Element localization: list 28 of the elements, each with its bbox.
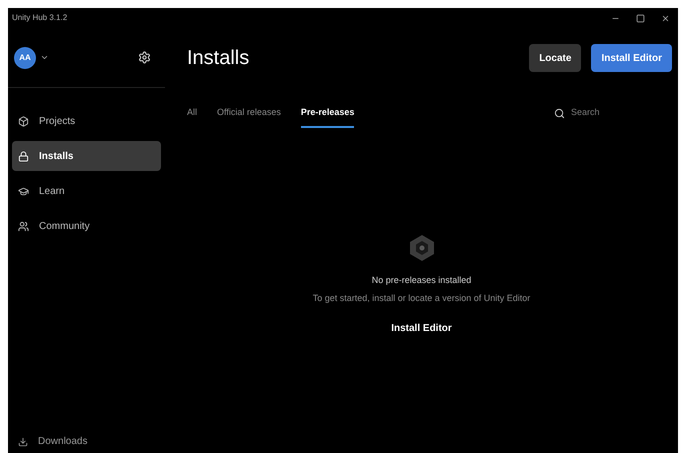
caret-icon[interactable] [40, 53, 49, 62]
tab[interactable]: Pre-releases [300, 98, 354, 128]
page-title: Installs [187, 46, 250, 71]
empty-message: To get started, install or locate a version of Unity Editor [312, 292, 530, 305]
avatar[interactable]: AA [14, 46, 36, 68]
close-icon[interactable] [661, 14, 670, 22]
downloads-link[interactable]: Downloads [38, 434, 88, 449]
lock-icon [18, 150, 29, 162]
window-title: Unity Hub 3.1.2 [12, 12, 68, 24]
empty-title: No pre-releases installed [372, 274, 472, 287]
install-editor-button[interactable]: Install Editor [591, 44, 672, 72]
settings-icon[interactable] [138, 51, 151, 64]
sidebar-item[interactable]: Installs [12, 141, 161, 171]
search-field[interactable]: Search [571, 106, 631, 120]
download-icon [18, 436, 28, 446]
sidebar-item[interactable]: Community [12, 211, 161, 241]
tab[interactable]: All [187, 98, 198, 128]
graduation-cap-icon [18, 186, 29, 196]
locate-button[interactable]: Locate [529, 44, 582, 72]
unity-cube-icon [408, 234, 434, 262]
search-icon [554, 108, 565, 118]
tab[interactable]: Official releases [217, 98, 281, 128]
install-editor-link[interactable]: Install Editor [391, 321, 452, 336]
cube-icon [18, 116, 29, 126]
sidebar-item[interactable]: Learn [12, 176, 161, 206]
maximize-icon[interactable] [636, 14, 645, 22]
people-icon [18, 220, 29, 232]
sidebar-item[interactable]: Projects [12, 106, 161, 136]
